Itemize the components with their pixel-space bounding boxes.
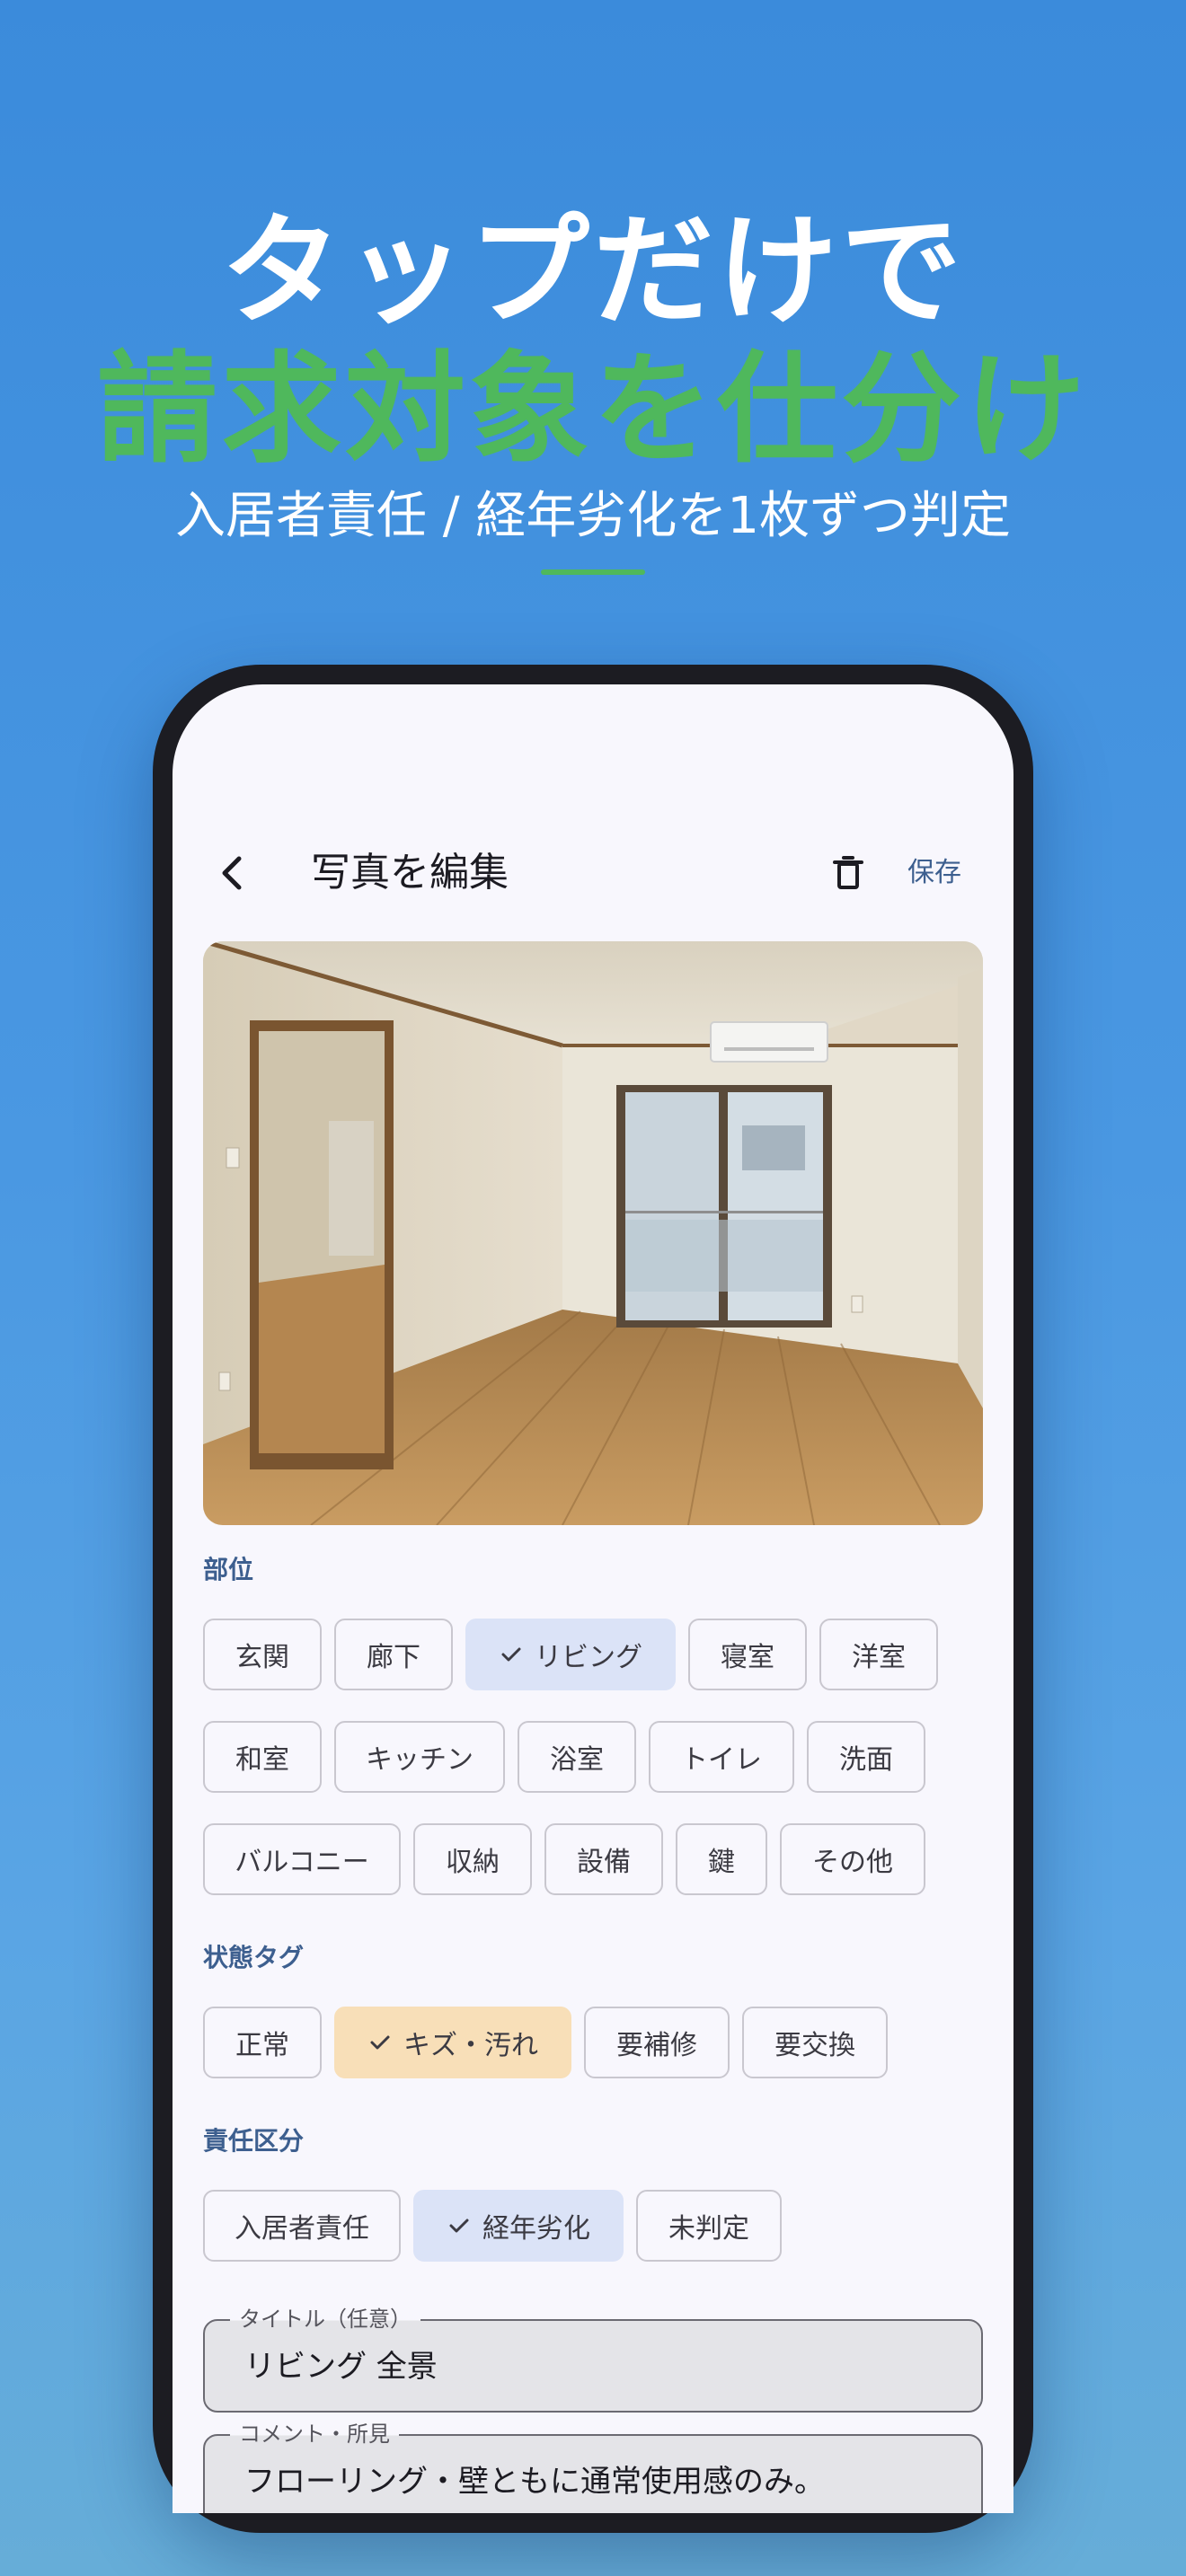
trash-icon[interactable]: [819, 844, 877, 902]
chip-label: バルコニー: [235, 1847, 369, 1878]
page-title: 写真を編集: [311, 850, 509, 895]
hero-divider: [541, 569, 645, 575]
chip-location-equipment[interactable]: 設備: [544, 1823, 663, 1895]
chip-label: トイレ: [681, 1744, 762, 1776]
check-icon: [501, 1647, 521, 1662]
chip-responsibility-wear[interactable]: 経年劣化: [413, 2190, 624, 2262]
chip-label: 収納: [446, 1847, 500, 1878]
chip-label: 要交換: [774, 2030, 855, 2061]
chip-label: キズ・汚れ: [403, 2030, 538, 2061]
chip-label: 正常: [235, 2030, 289, 2061]
chip-condition-normal[interactable]: 正常: [203, 2007, 322, 2078]
phone-frame: 写真を編集 保存 部位 玄関 廊下 リビング 寝室 洋室 和室 キッチン 浴室 …: [153, 665, 1033, 2533]
chip-label: 設備: [577, 1847, 631, 1878]
section-label-condition: 状態タグ: [203, 1943, 305, 1972]
comment-field-value: フローリング・壁ともに通常使用感のみ。: [244, 2464, 825, 2500]
chip-responsibility-undecided[interactable]: 未判定: [636, 2190, 782, 2262]
chip-location-hallway[interactable]: 廊下: [334, 1619, 453, 1690]
check-icon: [370, 2035, 390, 2050]
chip-responsibility-tenant[interactable]: 入居者責任: [203, 2190, 401, 2262]
back-chevron-icon[interactable]: [205, 844, 262, 902]
chip-location-other[interactable]: その他: [780, 1823, 925, 1895]
chip-label: リビング: [535, 1642, 642, 1673]
app-bar: 写真を編集 保存: [173, 819, 1013, 927]
chip-location-living[interactable]: リビング: [465, 1619, 676, 1690]
chip-condition-needs-repair[interactable]: 要補修: [584, 2007, 730, 2078]
chip-location-japanese-room[interactable]: 和室: [203, 1721, 322, 1793]
hero-headline-line1: タップだけで: [220, 201, 965, 341]
chip-label: 要補修: [616, 2030, 697, 2061]
section-label-responsibility: 責任区分: [203, 2126, 305, 2156]
chip-label: 玄関: [235, 1642, 289, 1673]
chip-location-bathroom[interactable]: 浴室: [518, 1721, 636, 1793]
chip-location-key[interactable]: 鍵: [676, 1823, 767, 1895]
chip-condition-needs-replacement[interactable]: 要交換: [742, 2007, 888, 2078]
hero-headline-line2: 請求対象を仕分け: [96, 340, 1089, 480]
chip-label: 浴室: [550, 1744, 604, 1776]
chip-label: 和室: [235, 1744, 289, 1776]
chip-label: 寝室: [721, 1642, 774, 1673]
chip-location-balcony[interactable]: バルコニー: [203, 1823, 401, 1895]
save-button[interactable]: 保存: [907, 850, 961, 896]
chip-label: 洗面: [839, 1744, 893, 1776]
comment-field[interactable]: コメント・所見 フローリング・壁ともに通常使用感のみ。: [203, 2422, 983, 2513]
living-room-photo[interactable]: [203, 941, 983, 1525]
chip-location-washroom[interactable]: 洗面: [807, 1721, 925, 1793]
chip-condition-scratches[interactable]: キズ・汚れ: [334, 2007, 571, 2078]
hero-subtitle: 入居者責任 / 経年劣化を1枚ずつ判定: [174, 487, 1012, 545]
chip-label: 洋室: [852, 1642, 906, 1673]
title-field-label: タイトル（任意）: [230, 2307, 420, 2332]
chip-label: 未判定: [668, 2213, 749, 2245]
title-field[interactable]: タイトル（任意） リビング 全景: [203, 2307, 983, 2413]
chip-location-kitchen[interactable]: キッチン: [334, 1721, 505, 1793]
chip-label: 鍵: [708, 1847, 735, 1878]
check-icon: [449, 2219, 469, 2233]
chip-location-toilet[interactable]: トイレ: [649, 1721, 794, 1793]
chip-label: 廊下: [367, 1642, 420, 1673]
phone-screen: 写真を編集 保存 部位 玄関 廊下 リビング 寝室 洋室 和室 キッチン 浴室 …: [173, 684, 1013, 2513]
comment-field-label: コメント・所見: [230, 2422, 399, 2447]
title-field-value: リビング 全景: [244, 2349, 438, 2385]
chip-label: 経年劣化: [482, 2213, 590, 2245]
chip-location-western-room[interactable]: 洋室: [819, 1619, 938, 1690]
section-label-location: 部位: [203, 1555, 254, 1584]
chip-location-bedroom[interactable]: 寝室: [688, 1619, 807, 1690]
chip-location-entrance[interactable]: 玄関: [203, 1619, 322, 1690]
chip-label: その他: [812, 1847, 893, 1878]
chip-location-storage[interactable]: 収納: [413, 1823, 532, 1895]
chip-label: 入居者責任: [235, 2213, 369, 2245]
chip-label: キッチン: [366, 1744, 474, 1776]
